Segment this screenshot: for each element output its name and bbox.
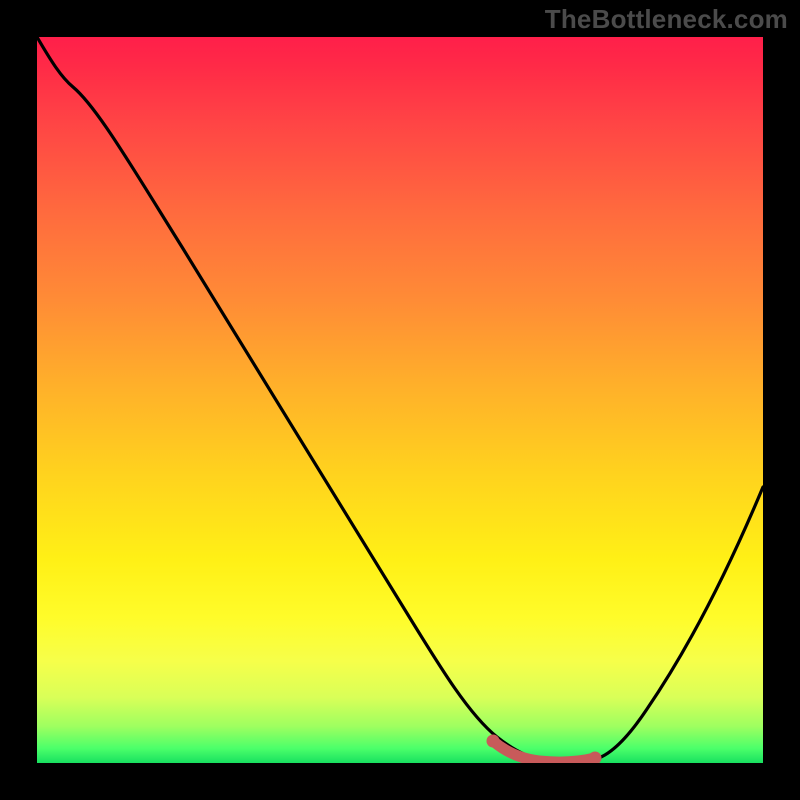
plot-area <box>37 37 763 763</box>
watermark-text: TheBottleneck.com <box>545 4 788 35</box>
chart-frame: TheBottleneck.com <box>0 0 800 800</box>
bottleneck-curve <box>37 37 763 762</box>
highlight-dot-left <box>487 735 500 748</box>
highlight-dot-right <box>589 752 602 764</box>
curve-svg <box>37 37 763 763</box>
